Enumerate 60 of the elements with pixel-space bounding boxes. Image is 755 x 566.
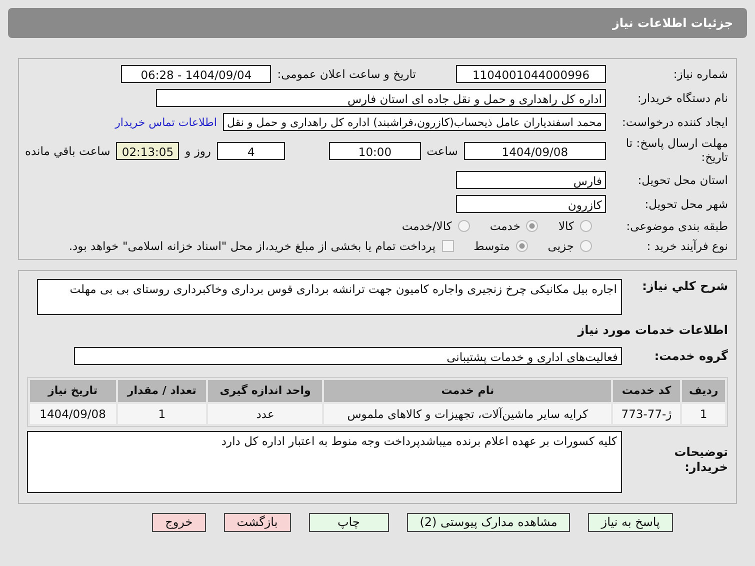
radio-button[interactable]	[526, 220, 538, 232]
action-button[interactable]: خروج	[152, 512, 206, 532]
service-group-field: فعالیت‌های اداری و خدمات پشتیبانی	[74, 346, 622, 365]
action-button[interactable]: مشاهده مدارک پیوستی (2)	[406, 512, 570, 532]
field-label: تاریخ و ساعت اعلان عمومی:	[277, 67, 416, 81]
field-label: استان محل تحویل:	[636, 172, 728, 187]
column-header: کد خدمت	[612, 380, 680, 402]
buyer-org-field: اداره کل راهداری و حمل و نقل جاده ای استان فارس	[156, 89, 606, 107]
deadline-date-field: 1404/09/08	[464, 142, 606, 160]
checkbox-label: پرداخت تمام یا بخشی از مبلغ خرید،از محل "اسناد خزانه اسلامی" خواهد بود.	[68, 238, 436, 253]
province-field: فارس	[456, 170, 606, 189]
field-label: شرح کلي نياز:	[641, 278, 728, 293]
table-cell: 1	[682, 404, 725, 424]
table-cell: عدد	[208, 404, 322, 424]
field-label: گروه خدمت:	[653, 348, 728, 363]
days-label: روز و	[185, 144, 211, 158]
page-title: جزئیات اطلاعات نیاز	[612, 16, 733, 30]
column-header: تعداد / مقدار	[118, 380, 206, 402]
column-header: ردیف	[682, 380, 725, 402]
radio-button[interactable]	[458, 220, 470, 232]
deadline-time-field: 10:00	[329, 142, 421, 160]
radio-label: خدمت	[490, 218, 520, 233]
radio-button[interactable]	[580, 220, 592, 232]
action-button[interactable]: پاسخ به نیاز	[588, 512, 673, 532]
radio-label: متوسط	[474, 238, 510, 253]
days-field: 4	[216, 142, 286, 160]
requester-field: محمد اسفندیاران عامل ذیحساب(کازرون،فراشبند) اداره کل راهداری و حمل و نقل	[223, 113, 606, 131]
table-cell: کرایه سایر ماشین‌آلات، تجهیزات و کالاهای ملموس	[324, 404, 611, 424]
column-header: نام خدمت	[324, 380, 611, 402]
field-label: توضیحات خریدار:	[673, 444, 728, 476]
radio-label: جزیی	[548, 238, 574, 253]
field-label: نوع فرآیند خرید :	[646, 238, 728, 253]
radio-label: کالا	[558, 218, 574, 233]
buyer-contact-link[interactable]: اطلاعات تماس خریدار	[115, 116, 217, 128]
checkbox[interactable]	[442, 240, 454, 252]
radio-button[interactable]	[580, 240, 592, 252]
action-button[interactable]: چاپ	[308, 512, 389, 532]
city-field: کازرون	[456, 194, 606, 213]
field-label: ایجاد کننده درخواست:	[621, 115, 728, 129]
field-label: نام دستگاه خریدار:	[636, 91, 728, 105]
column-header: تاریخ نیاز	[30, 380, 116, 402]
field-label: شهر محل تحویل:	[644, 196, 728, 211]
section-heading: اطلاعات خدمات مورد نیاز	[576, 322, 728, 337]
field-label: طبقه بندی موضوعی:	[625, 218, 728, 233]
action-button[interactable]: بازگشت	[224, 512, 291, 532]
field-label: شماره نیاز:	[672, 67, 728, 81]
table-cell: 1404/09/08	[30, 404, 116, 424]
need-number-field: 1104001044000996	[456, 65, 606, 83]
announce-date-field: 1404/09/04 - 06:28	[121, 65, 272, 83]
radio-label: کالا/خدمت	[402, 218, 452, 233]
remaining-time-field: 02:13:05	[116, 142, 180, 160]
field-label: مهلت ارسال پاسخ: تا تاریخ:	[624, 137, 728, 165]
buyer-notes-field: کلیه کسورات بر عهده اعلام برنده میباشدپرداخت وجه منوط به اعتبار اداره کل دارد	[27, 430, 622, 493]
table-cell: 1	[118, 404, 206, 424]
remaining-label: ساعت باقي مانده	[25, 144, 110, 158]
column-header: واحد اندازه گیری	[208, 380, 322, 402]
time-label: ساعت	[426, 144, 458, 158]
table-cell: ژ-77-773	[612, 404, 680, 424]
radio-button[interactable]	[516, 240, 528, 252]
description-field: اجاره بیل مکانیکی چرخ زنجیری واجاره کامیون جهت ترانشه برداری قوس برداری وخاکبرداری روستای بی بی مهلت	[37, 278, 622, 315]
